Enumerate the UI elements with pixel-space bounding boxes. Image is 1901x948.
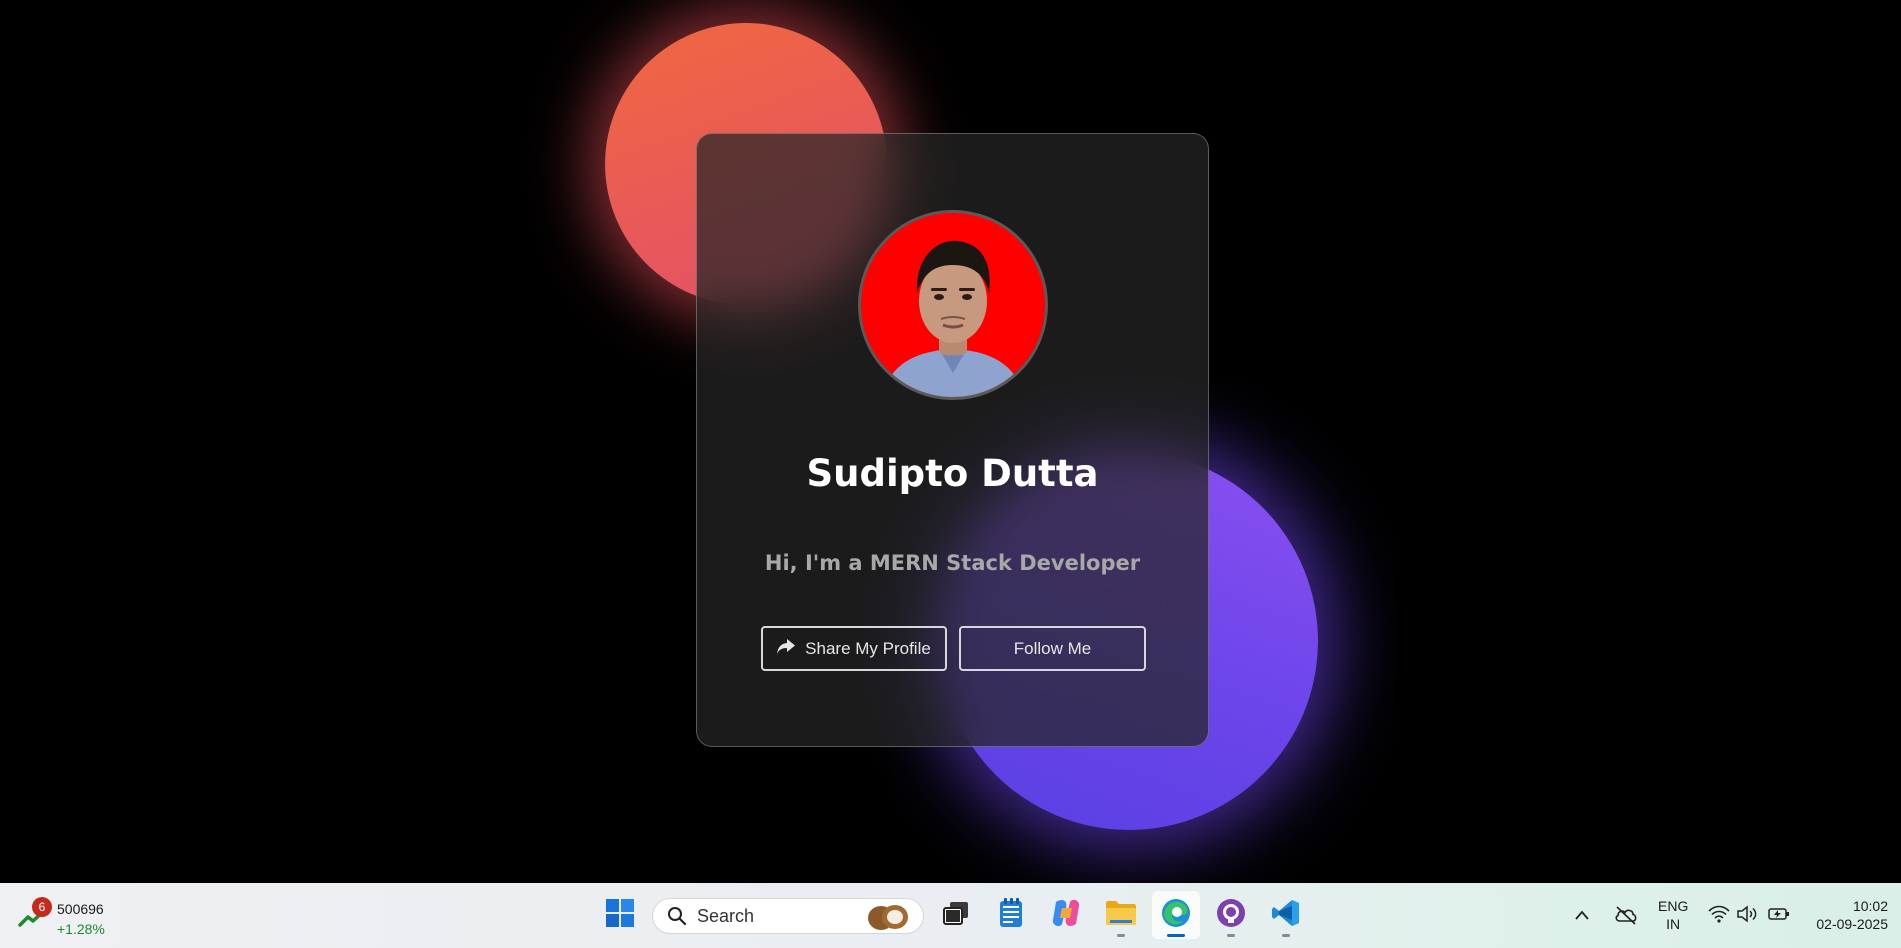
file-explorer-button[interactable]	[1097, 891, 1145, 939]
notepad-button[interactable]	[987, 891, 1035, 939]
github-desktop-icon	[1216, 898, 1246, 933]
running-indicator	[1227, 934, 1235, 937]
vscode-icon	[1271, 898, 1301, 933]
search-placeholder: Search	[697, 905, 755, 926]
github-desktop-button[interactable]	[1207, 891, 1255, 939]
profile-photo	[861, 213, 1045, 397]
profile-card: Sudipto Dutta Hi, I'm a MERN Stack Devel…	[696, 133, 1209, 747]
onedrive-offline-icon[interactable]	[1614, 905, 1638, 930]
language-indicator[interactable]: ENG IN	[1658, 897, 1688, 933]
windows-logo-icon	[605, 898, 635, 933]
share-icon	[777, 638, 796, 659]
clock[interactable]: 10:02 02-09-2025	[1808, 897, 1888, 933]
chevron-up-icon[interactable]	[1574, 908, 1590, 926]
vscode-button[interactable]	[1262, 891, 1310, 939]
follow-label: Follow Me	[1013, 638, 1092, 658]
start-button[interactable]	[596, 891, 644, 939]
folder-icon	[1105, 899, 1137, 932]
region-code: IN	[1666, 916, 1681, 932]
battery-charging-icon[interactable]	[1768, 907, 1790, 926]
active-indicator	[1167, 934, 1185, 937]
clock-time: 10:02	[1852, 898, 1888, 914]
wifi-icon[interactable]	[1708, 905, 1730, 928]
stock-value: 500696	[57, 901, 104, 917]
volume-icon[interactable]	[1736, 905, 1758, 928]
running-indicator	[1117, 934, 1125, 937]
copilot-button[interactable]	[1042, 891, 1090, 939]
follow-button[interactable]: Follow Me	[959, 626, 1146, 671]
language-code: ENG	[1658, 898, 1689, 914]
stock-widget[interactable]: 6 500696 +1.28%	[18, 897, 128, 937]
search-icon	[667, 906, 687, 926]
coconut-icon	[865, 902, 911, 937]
avatar	[858, 210, 1048, 400]
task-view-button[interactable]	[932, 891, 980, 939]
running-indicator	[1282, 934, 1290, 937]
notification-badge: 6	[32, 897, 52, 917]
taskbar-search[interactable]: Search	[652, 898, 924, 934]
share-profile-label: Share My Profile	[805, 638, 931, 658]
browser-viewport: Sudipto Dutta Hi, I'm a MERN Stack Devel…	[0, 0, 1901, 883]
share-profile-button[interactable]: Share My Profile	[761, 626, 947, 671]
edge-button[interactable]	[1152, 891, 1200, 939]
copilot-icon	[1050, 898, 1082, 933]
profile-subtitle: Hi, I'm a MERN Stack Developer	[764, 551, 1141, 575]
profile-name: Sudipto Dutta	[806, 452, 1099, 495]
clock-date: 02-09-2025	[1816, 916, 1888, 932]
taskbar: 6 500696 +1.28% Search ENG IN 10:02 02-0…	[0, 883, 1901, 948]
edge-icon	[1160, 897, 1192, 934]
task-view-icon	[942, 900, 970, 931]
notepad-icon	[998, 897, 1024, 933]
stock-change: +1.28%	[57, 921, 105, 937]
